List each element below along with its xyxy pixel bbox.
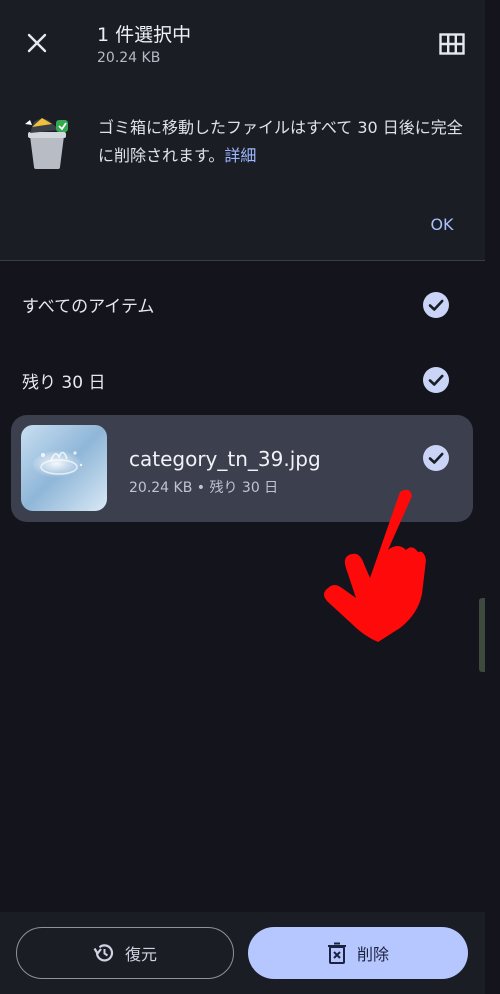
banner-divider bbox=[0, 260, 485, 261]
delete-button[interactable]: 削除 bbox=[248, 927, 468, 979]
group-header-row[interactable]: 残り 30 日 bbox=[0, 350, 485, 410]
banner-message-text: ゴミ箱に移動したファイルはすべて 30 日後に完全に削除されます。 bbox=[98, 118, 463, 165]
select-all-row[interactable]: すべてのアイテム bbox=[0, 274, 485, 334]
close-button[interactable] bbox=[20, 26, 54, 60]
banner-message: ゴミ箱に移動したファイルはすべて 30 日後に完全に削除されます。詳細 bbox=[98, 114, 468, 170]
trash-can-icon bbox=[25, 118, 68, 169]
pointing-hand-icon bbox=[324, 489, 426, 642]
restore-label: 復元 bbox=[124, 945, 157, 964]
file-meta: 20.24 KB • 残り 30 日 bbox=[129, 480, 279, 496]
grid-view-button[interactable] bbox=[438, 30, 466, 58]
selection-count: 1 件選択中 bbox=[97, 24, 192, 46]
trash-info-banner: ゴミ箱に移動したファイルはすべて 30 日後に完全に削除されます。詳細 OK bbox=[0, 86, 485, 260]
check-circle-icon[interactable] bbox=[422, 366, 450, 394]
delete-forever-icon bbox=[327, 942, 346, 964]
check-circle-icon[interactable] bbox=[422, 291, 450, 319]
file-name: category_tn_39.jpg bbox=[129, 447, 321, 471]
restore-history-icon bbox=[93, 944, 114, 962]
all-items-label: すべてのアイテム bbox=[22, 297, 155, 317]
restore-button[interactable]: 復元 bbox=[16, 927, 234, 979]
grid-view-icon bbox=[439, 33, 465, 55]
details-link[interactable]: 詳細 bbox=[224, 146, 256, 165]
group-header-label: 残り 30 日 bbox=[22, 373, 106, 393]
file-thumbnail bbox=[21, 425, 107, 511]
bottom-action-bar: 復元 削除 bbox=[0, 912, 485, 994]
banner-ok-button[interactable]: OK bbox=[420, 209, 464, 239]
close-icon bbox=[27, 33, 47, 53]
check-circle-icon[interactable] bbox=[422, 444, 450, 472]
top-app-bar: 1 件選択中 20.24 KB bbox=[0, 0, 485, 86]
selection-size: 20.24 KB bbox=[97, 50, 161, 66]
side-edge-handle bbox=[479, 598, 485, 672]
delete-label: 削除 bbox=[356, 945, 389, 964]
